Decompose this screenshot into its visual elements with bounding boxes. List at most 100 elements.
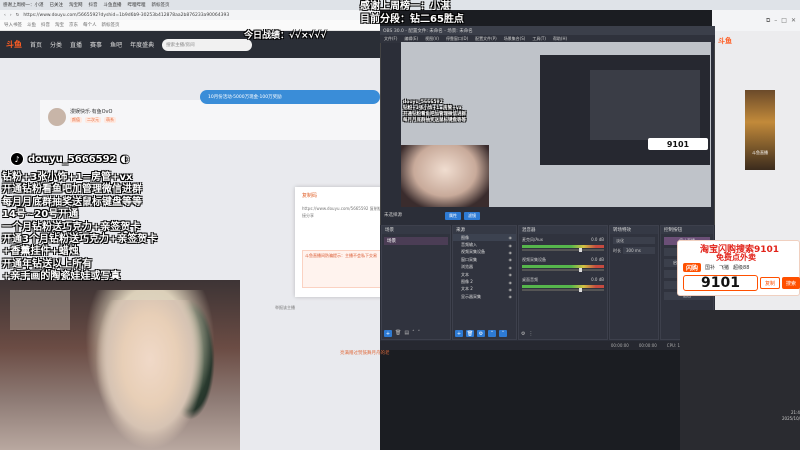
gear-icon[interactable]: ⚙	[477, 330, 485, 337]
source-item[interactable]: 浏览器 ◉	[453, 264, 516, 271]
add-icon[interactable]: +	[384, 330, 392, 337]
extensions-icon[interactable]: ⧉	[766, 17, 770, 25]
source-item[interactable]: 文本 ◉	[453, 271, 516, 278]
add-icon[interactable]: +	[455, 330, 463, 337]
channel-name: 麦克风/Aux	[522, 237, 543, 242]
eye-icon[interactable]: ◉	[509, 272, 513, 277]
source-item[interactable]: 图像 ◉	[453, 234, 516, 242]
channel-name: 桌面音频	[522, 277, 538, 282]
move-down-icon[interactable]: ˅	[418, 330, 421, 337]
nav-item[interactable]: 年度盛典	[130, 40, 154, 49]
volume-meter	[522, 245, 604, 248]
bookmark[interactable]: 斗鱼	[27, 22, 36, 28]
browser-tab[interactable]: 新标签页	[149, 2, 173, 8]
overlay-line: +香薰挂件+蜡烛	[2, 246, 79, 258]
source-item[interactable]: 图像 2 ◉	[453, 278, 516, 285]
reload-icon[interactable]: ↻	[16, 13, 20, 18]
room-tag[interactable]: 颜值	[70, 117, 82, 123]
mixer-channel: 麦克风/Aux 0.0 dB	[519, 234, 607, 252]
preview-nested-obs	[590, 70, 700, 140]
copy-button[interactable]: 复制	[760, 277, 780, 289]
search-input[interactable]: 搜索主播/房间	[162, 38, 253, 51]
settings-icon[interactable]: ▤	[404, 330, 409, 337]
more-icon[interactable]: ⋮	[528, 331, 533, 337]
overlay-line: 开通年钻送以上所有	[2, 258, 92, 270]
bookmark[interactable]: 导入书签	[4, 22, 22, 28]
nav-item[interactable]: 首页	[30, 40, 42, 49]
properties-button[interactable]: 属性	[445, 212, 461, 220]
eye-icon[interactable]: ◉	[509, 294, 513, 299]
fish-icon: ◐	[120, 153, 130, 165]
bookmark[interactable]: 新标签页	[102, 22, 120, 28]
panel-toolbar: + 🗑 ▤ ˄ ˅	[384, 330, 420, 337]
duration-input[interactable]: 300 ms	[623, 247, 655, 254]
browser-tab[interactable]: 抖音	[86, 2, 101, 8]
volume-slider[interactable]	[522, 288, 604, 292]
streamer-name[interactable]: 漫娱快乐·有鱼OvO	[70, 108, 112, 115]
eye-icon[interactable]: ◉	[509, 235, 513, 240]
minimize-icon[interactable]: –	[774, 17, 777, 24]
address-bar[interactable]: ‹ › ↻ https://www.douyu.com/5665592?dysh…	[0, 10, 380, 20]
bookmark[interactable]: 每个人	[83, 22, 97, 28]
room-tag[interactable]: 萌系	[104, 117, 116, 123]
browser-tab[interactable]: 斗鱼直播	[101, 2, 125, 8]
browser-tab[interactable]: 感谢上周榜一：小湛	[0, 2, 47, 8]
nav-item[interactable]: 直播	[70, 40, 82, 49]
bookmark[interactable]: 京东	[69, 22, 78, 28]
source-item[interactable]: 文本 2 ◉	[453, 286, 516, 293]
eye-icon[interactable]: ◉	[509, 265, 513, 270]
ad-thumbnail-label: 斗鱼直播	[752, 150, 768, 155]
browser-tab[interactable]: 已关注	[47, 2, 67, 8]
search-button[interactable]: 搜索	[782, 277, 800, 289]
system-clock: 21:49 2025/10/1	[782, 410, 800, 421]
obs-menu-item[interactable]: 文件(F)	[384, 36, 397, 42]
scene-item[interactable]: 场景	[384, 237, 448, 245]
report-link[interactable]: 举报该主播	[275, 305, 295, 311]
volume-slider[interactable]	[522, 268, 604, 272]
obs-titlebar[interactable]: OBS 30.0 - 配置文件: 未命名 - 场景: 未命名	[380, 26, 715, 35]
channel-db: 0.0 dB	[591, 277, 604, 282]
forward-icon[interactable]: ›	[10, 13, 12, 18]
gear-icon[interactable]: ⚙	[521, 331, 525, 337]
delete-icon[interactable]: 🗑	[466, 330, 474, 337]
room-tag[interactable]: 二次元	[85, 117, 101, 123]
delete-icon[interactable]: 🗑	[395, 330, 401, 337]
close-icon[interactable]: ✕	[791, 17, 796, 24]
ad-thumbnail[interactable]	[745, 90, 775, 170]
right-logo[interactable]: 斗鱼	[718, 36, 732, 46]
maximize-icon[interactable]: □	[781, 17, 787, 24]
browser-tab[interactable]: 淘宝网	[66, 2, 86, 8]
bookmark[interactable]: 抖音	[41, 22, 50, 28]
url-text[interactable]: https://www.douyu.com/5665592?dyshid=1b9…	[23, 13, 229, 18]
overlay-line: 钻粉+3张小饰+1=房管+vx	[2, 172, 133, 183]
nav-item[interactable]: 鱼吧	[110, 40, 122, 49]
sources-panel: 来源 图像 ◉ 音频输入 ◉ 视频采集设备 ◉ 窗口采集 ◉ 浏览器 ◉ 文本 ◉ 图像 2…	[452, 225, 517, 340]
eye-icon[interactable]: ◉	[509, 243, 513, 248]
source-item[interactable]: 显示器采集 ◉	[453, 293, 516, 300]
chat-message: 亮满赠过赞鼓舞月舟的老	[340, 351, 390, 356]
move-down-icon[interactable]: ˅	[499, 330, 507, 337]
overlay-line: 感谢上周榜一：小湛	[360, 1, 450, 12]
back-icon[interactable]: ‹	[4, 13, 6, 18]
event-banner[interactable]: 10月份活动·5000万现金·100万奖励	[200, 90, 380, 104]
source-item[interactable]: 视频采集设备 ◉	[453, 249, 516, 256]
top-overlay: 感谢上周榜一：小湛 目前分段：钻二65胜点	[360, 0, 464, 26]
site-logo[interactable]: 斗鱼	[6, 39, 22, 50]
nav-item[interactable]: 分类	[50, 40, 62, 49]
volume-slider[interactable]	[522, 248, 604, 252]
eye-icon[interactable]: ◉	[509, 257, 513, 262]
promo-brand: 闪购	[683, 263, 702, 272]
transition-select[interactable]: 淡化	[613, 237, 655, 244]
source-item[interactable]: 窗口采集 ◉	[453, 256, 516, 263]
eye-icon[interactable]: ◉	[509, 280, 513, 285]
eye-icon[interactable]: ◉	[509, 250, 513, 255]
bookmark[interactable]: 淘宝	[55, 22, 64, 28]
nav-item[interactable]: 赛事	[90, 40, 102, 49]
browser-tab[interactable]: 哔哩哔哩	[125, 2, 149, 8]
filters-button[interactable]: 滤镜	[464, 212, 480, 220]
avatar[interactable]	[48, 108, 66, 126]
eye-icon[interactable]: ◉	[509, 287, 513, 292]
move-up-icon[interactable]: ˄	[412, 330, 415, 337]
source-item[interactable]: 音频输入 ◉	[453, 241, 516, 248]
move-up-icon[interactable]: ˄	[488, 330, 496, 337]
